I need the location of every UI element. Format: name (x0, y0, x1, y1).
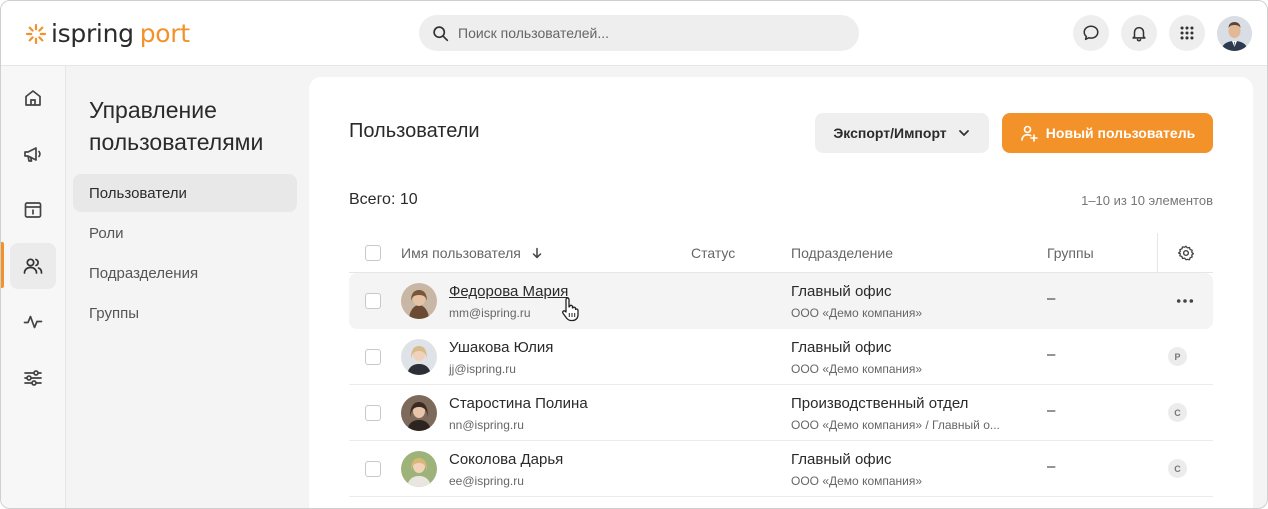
avatar (401, 283, 437, 319)
rail-info[interactable] (10, 187, 56, 233)
chat-icon (1083, 25, 1099, 41)
table-row[interactable]: Старостина Полина nn@ispring.ru Производ… (349, 385, 1213, 441)
pagination-range: 1–10 из 10 элементов (1081, 193, 1213, 208)
new-user-label: Новый пользователь (1045, 125, 1196, 141)
export-import-label: Экспорт/Импорт (833, 125, 947, 141)
page-title: Пользователи (349, 120, 480, 142)
column-header-name-label: Имя пользователя (401, 245, 521, 261)
export-import-button[interactable]: Экспорт/Импорт (815, 113, 989, 153)
search-bar[interactable] (419, 15, 859, 51)
icon-rail (1, 66, 66, 508)
sidebar-item-departments[interactable]: Подразделения (73, 254, 297, 292)
rail-users[interactable] (10, 243, 56, 289)
avatar (401, 395, 437, 431)
user-organization: ООО «Демо компания» (791, 306, 923, 320)
chevron-down-icon (958, 130, 969, 136)
sidebar-item-users[interactable]: Пользователи (73, 174, 297, 212)
user-groups: – (1047, 402, 1056, 419)
row-checkbox[interactable] (365, 461, 381, 477)
more-horizontal-icon (1176, 299, 1194, 303)
table-row[interactable]: Федорова Мария mm@ispring.ru Главный офи… (349, 273, 1213, 329)
rail-settings[interactable] (10, 355, 56, 401)
gear-icon (1177, 245, 1194, 261)
row-checkbox[interactable] (365, 405, 381, 421)
user-avatar[interactable] (1217, 16, 1252, 51)
user-email: mm@ispring.ru (449, 306, 531, 320)
user-email: jj@ispring.ru (449, 362, 516, 376)
rail-activity[interactable] (10, 299, 56, 345)
user-department: Производственный отдел (791, 395, 969, 412)
megaphone-icon (24, 147, 41, 162)
apps-button[interactable] (1169, 15, 1205, 51)
column-header-name[interactable]: Имя пользователя (401, 245, 543, 261)
new-user-button[interactable]: Новый пользователь (1002, 113, 1213, 153)
sliders-icon (24, 370, 42, 386)
section-sidebar: Управление пользователями Пользователи Р… (66, 66, 309, 508)
user-name[interactable]: Старостина Полина (449, 395, 588, 412)
table-row[interactable]: Соколова Дарья ee@ispring.ru Главный офи… (349, 441, 1213, 497)
total-count: Всего: 10 (349, 191, 418, 208)
row-checkbox[interactable] (365, 293, 381, 309)
calendar-info-icon (24, 202, 42, 218)
sort-arrow-down-icon (532, 247, 541, 259)
home-icon (25, 90, 41, 106)
search-input[interactable] (458, 25, 838, 41)
user-email: nn@ispring.ru (449, 418, 524, 432)
logo-text-ispring: ispring (51, 19, 134, 48)
user-organization: ООО «Демо компания» / Главный о... (791, 418, 1000, 432)
user-avatar-photo (1217, 16, 1252, 51)
logo-sun-icon (25, 23, 47, 44)
avatar (401, 339, 437, 375)
user-groups: – (1047, 290, 1056, 307)
rail-home[interactable] (10, 75, 56, 121)
search-icon (433, 25, 449, 41)
activity-icon (23, 315, 43, 329)
chat-button[interactable] (1073, 15, 1109, 51)
top-bar: ispring port (1, 1, 1267, 66)
user-department: Главный офис (791, 451, 892, 468)
sidebar-item-roles[interactable]: Роли (73, 214, 297, 252)
add-user-icon (1020, 125, 1038, 142)
table-row[interactable]: Ушакова Юлия jj@ispring.ru Главный офис … (349, 329, 1213, 385)
avatar (401, 451, 437, 487)
logo-text-port: port (139, 19, 190, 48)
user-name[interactable]: Соколова Дарья (449, 451, 563, 468)
column-header-groups[interactable]: Группы (1047, 245, 1094, 261)
sidebar-nav: Пользователи Роли Подразделения Группы (73, 174, 297, 334)
hand-pointer-cursor-icon (562, 297, 579, 322)
apps-grid-icon (1180, 26, 1194, 40)
column-header-department[interactable]: Подразделение (791, 245, 893, 261)
users-icon (23, 258, 43, 274)
users-table: Имя пользователя Статус Подразделение Гр… (349, 233, 1213, 497)
user-name-link[interactable]: Федорова Мария (449, 283, 568, 300)
sidebar-title: Управление пользователями (89, 97, 264, 155)
select-all-checkbox[interactable] (365, 245, 381, 261)
user-name[interactable]: Ушакова Юлия (449, 339, 553, 356)
rail-news[interactable] (10, 131, 56, 177)
row-checkbox[interactable] (365, 349, 381, 365)
bell-icon (1132, 26, 1146, 42)
column-settings-button[interactable] (1157, 233, 1213, 273)
user-department: Главный офис (791, 283, 892, 300)
table-header: Имя пользователя Статус Подразделение Гр… (349, 233, 1213, 273)
user-organization: ООО «Демо компания» (791, 362, 923, 376)
column-header-status[interactable]: Статус (691, 245, 735, 261)
sidebar-item-groups[interactable]: Группы (73, 294, 297, 332)
user-groups: – (1047, 458, 1056, 475)
app-window: ispring port Поиск пользователей... Упра… (0, 0, 1268, 509)
status-badge: С (1168, 403, 1187, 422)
user-department: Главный офис (791, 339, 892, 356)
rail-active-marker (1, 242, 4, 288)
status-badge: Р (1168, 347, 1187, 366)
user-organization: ООО «Демо компания» (791, 474, 923, 488)
logo[interactable]: ispring port (25, 19, 190, 48)
user-email: ee@ispring.ru (449, 474, 524, 488)
user-groups: – (1047, 346, 1056, 363)
notifications-button[interactable] (1121, 15, 1157, 51)
main-card: Пользователи Экспорт/Импорт Новый пользо… (309, 77, 1253, 508)
row-more-button[interactable] (1171, 289, 1199, 313)
status-badge: С (1168, 459, 1187, 478)
